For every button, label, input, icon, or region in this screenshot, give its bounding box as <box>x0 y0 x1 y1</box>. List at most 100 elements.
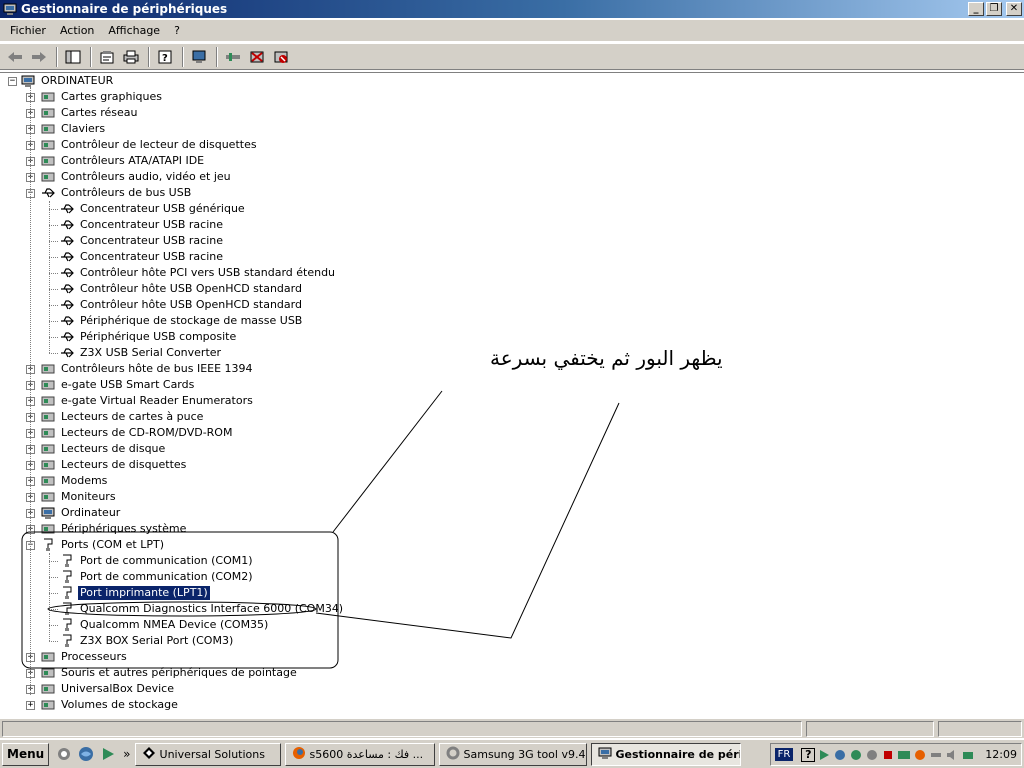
tree-node-label: Claviers <box>61 122 106 135</box>
toolbar-separator <box>182 46 184 67</box>
quick-launch-browser-icon[interactable] <box>77 745 95 763</box>
tree-node[interactable]: Contrôleur hôte USB OpenHCD standard <box>59 297 304 313</box>
menu-view[interactable]: Affichage <box>102 22 166 39</box>
tree-node[interactable]: Concentrateur USB racine <box>59 217 225 233</box>
tree-node[interactable]: Contrôleurs audio, vidéo et jeu <box>40 169 233 185</box>
tree-node[interactable]: Périphérique USB composite <box>59 329 238 345</box>
tree-node[interactable]: Concentrateur USB racine <box>59 249 225 265</box>
tree-node[interactable]: Qualcomm Diagnostics Interface 6000 (COM… <box>59 601 345 617</box>
tree-node[interactable]: Qualcomm NMEA Device (COM35) <box>59 617 270 633</box>
tree-connector <box>49 273 58 274</box>
tree-node[interactable]: Contrôleur hôte USB OpenHCD standard <box>59 281 304 297</box>
restore-button[interactable]: ❐ <box>986 2 1002 16</box>
expand-icon[interactable]: + <box>26 701 35 710</box>
help-icon[interactable]: ? <box>154 46 176 68</box>
tree-node[interactable]: Lecteurs de disquettes <box>40 457 188 473</box>
tree-node[interactable]: Port de communication (COM1) <box>59 553 255 569</box>
tree-node[interactable]: Z3X USB Serial Converter <box>59 345 223 361</box>
samsung-tool-icon <box>446 746 460 763</box>
tree-node[interactable]: Périphériques système <box>40 521 188 537</box>
tree-node[interactable]: Concentrateur USB racine <box>59 233 225 249</box>
update-driver-icon[interactable] <box>222 46 244 68</box>
quick-launch-media-icon[interactable] <box>99 745 117 763</box>
universal-solutions-icon <box>142 746 156 763</box>
audio-icon <box>40 170 56 184</box>
disk-drive-icon <box>40 442 56 456</box>
tree-node[interactable]: Cartes graphiques <box>40 89 164 105</box>
tray-globe-icon[interactable] <box>849 748 863 762</box>
tree-node[interactable]: Contrôleurs hôte de bus IEEE 1394 <box>40 361 255 377</box>
print-icon[interactable] <box>120 46 142 68</box>
tree-node[interactable]: Moniteurs <box>40 489 118 505</box>
task-device-manager[interactable]: Gestionnaire de péri... <box>590 742 741 766</box>
tree-node[interactable]: Lecteurs de cartes à puce <box>40 409 205 425</box>
menu-action[interactable]: Action <box>54 22 100 39</box>
uninstall-icon[interactable] <box>246 46 268 68</box>
tree-node[interactable]: ORDINATEUR <box>20 73 115 89</box>
tree-node[interactable]: UniversalBox Device <box>40 681 176 697</box>
usb-icon <box>59 202 75 216</box>
tray-shield-icon[interactable] <box>865 748 879 762</box>
console-tree-icon[interactable] <box>62 46 84 68</box>
tree-node[interactable]: Périphérique de stockage de masse USB <box>59 313 304 329</box>
tray-network-icon[interactable] <box>833 748 847 762</box>
tree-node-label: Lecteurs de disque <box>61 442 166 455</box>
tray-play-icon[interactable] <box>817 748 831 762</box>
tree-node-label: Périphérique USB composite <box>80 330 237 343</box>
tree-node[interactable]: Port de communication (COM2) <box>59 569 255 585</box>
taskbar: Menu » Universal Solutions s5600 فك : مس… <box>0 739 1024 768</box>
task-universal-solutions[interactable]: Universal Solutions <box>134 742 281 766</box>
tray-volume-icon[interactable] <box>945 748 959 762</box>
tree-node-label: Lecteurs de cartes à puce <box>61 410 204 423</box>
properties-icon[interactable] <box>96 46 118 68</box>
collapse-icon[interactable]: − <box>8 77 17 86</box>
forward-arrow-icon[interactable] <box>28 46 50 68</box>
tree-node[interactable]: Souris et autres périphériques de pointa… <box>40 665 299 681</box>
tray-antivirus-icon[interactable] <box>913 748 927 762</box>
task-firefox[interactable]: s5600 فك : مساعدة ... <box>284 742 435 766</box>
tree-connector <box>49 577 58 578</box>
storage-volume-icon <box>40 698 56 712</box>
usb-icon <box>59 250 75 264</box>
tray-help-icon[interactable]: ? <box>801 747 816 762</box>
tree-node[interactable]: Port imprimante (LPT1) <box>59 585 211 601</box>
tree-node[interactable]: Contrôleur de lecteur de disquettes <box>40 137 259 153</box>
usb-icon <box>59 282 75 296</box>
tree-node[interactable]: Lecteurs de CD-ROM/DVD-ROM <box>40 425 234 441</box>
monitor-icon <box>40 490 56 504</box>
tree-node[interactable]: Modems <box>40 473 109 489</box>
tree-node[interactable]: Contrôleur hôte PCI vers USB standard ét… <box>59 265 337 281</box>
task-samsung-3g-tool[interactable]: Samsung 3G tool v9.4 <box>438 742 587 766</box>
minimize-button[interactable]: _ <box>968 2 984 16</box>
tree-node[interactable]: e-gate Virtual Reader Enumerators <box>40 393 255 409</box>
tree-node[interactable]: Ports (COM et LPT) <box>40 537 166 553</box>
tray-usb-icon[interactable] <box>929 748 943 762</box>
tree-node[interactable]: Z3X BOX Serial Port (COM3) <box>59 633 235 649</box>
back-arrow-icon[interactable] <box>4 46 26 68</box>
tree-node[interactable]: Concentrateur USB générique <box>59 201 247 217</box>
close-button[interactable]: ✕ <box>1006 2 1022 16</box>
tree-node[interactable]: Lecteurs de disque <box>40 441 167 457</box>
computer-scan-icon[interactable] <box>188 46 210 68</box>
quick-launch-tool-icon[interactable] <box>55 745 73 763</box>
menu-help[interactable]: ? <box>168 22 186 39</box>
quick-launch-more[interactable]: » <box>123 747 130 761</box>
tree-node-label: Modems <box>61 474 108 487</box>
tree-node-label: Cartes réseau <box>61 106 138 119</box>
tree-node[interactable]: Volumes de stockage <box>40 697 180 713</box>
tray-device-icon[interactable] <box>961 748 975 762</box>
tree-node[interactable]: Claviers <box>40 121 107 137</box>
disable-icon[interactable] <box>270 46 292 68</box>
language-indicator[interactable]: FR <box>774 748 794 761</box>
tray-dvi-icon[interactable] <box>897 748 911 762</box>
menu-file[interactable]: Fichier <box>4 22 52 39</box>
tree-guide <box>49 553 50 641</box>
tree-node[interactable]: Ordinateur <box>40 505 122 521</box>
start-button[interactable]: Menu <box>2 742 50 766</box>
tree-node[interactable]: Contrôleurs de bus USB <box>40 185 193 201</box>
tree-node[interactable]: e-gate USB Smart Cards <box>40 377 196 393</box>
tree-node[interactable]: Cartes réseau <box>40 105 140 121</box>
tray-tool-icon[interactable] <box>881 748 895 762</box>
tree-node[interactable]: Contrôleurs ATA/ATAPI IDE <box>40 153 206 169</box>
tree-node[interactable]: Processeurs <box>40 649 129 665</box>
